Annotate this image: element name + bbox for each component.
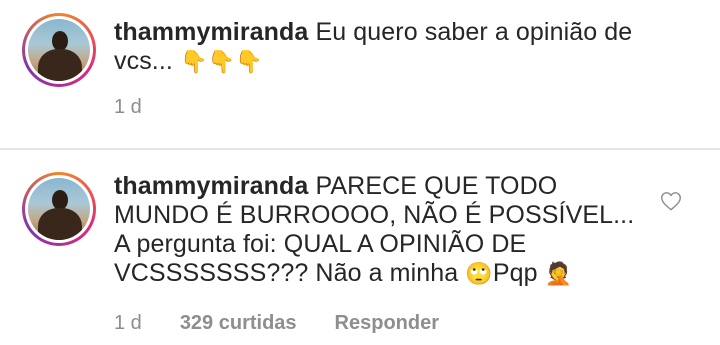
reply-button[interactable]: Responder [335,312,439,335]
avatar[interactable] [22,13,96,87]
comment-text: thammymiranda Eu quero saber a opinião d… [114,18,674,77]
comment-text-line3: A pergunta foi: QUAL A OPINIÃO DE [114,230,527,258]
comment-text-line1: Eu quero saber a opinião de [308,18,633,46]
facepalm-emoji-icon: 🤦 [544,262,573,287]
avatar-border [25,16,93,84]
comment-text-line2: vcs... [114,47,180,75]
comment-item: thammymiranda PARECE QUE TODO MUNDO É BU… [0,150,720,345]
comment-text-tail: Pqp [492,259,545,287]
eye-roll-emoji-icon: 🙄 [465,262,493,287]
comment-item: thammymiranda Eu quero saber a opinião d… [0,0,720,150]
comment-text-line1: PARECE QUE TODO [308,172,558,200]
comment-meta: 1 d 329 curtidas Responder [114,312,439,335]
comment-time: 1 d [114,96,142,118]
comment-text-line4: VCSSSSSSS??? Não a minha [114,259,466,287]
comment-text: thammymiranda PARECE QUE TODO MUNDO É BU… [114,172,674,289]
comment-username[interactable]: thammymiranda [114,18,308,46]
comments-panel: thammymiranda Eu quero saber a opinião d… [0,0,720,345]
avatar-figure-body [38,49,82,81]
avatar-border [25,175,93,243]
avatar-photo [28,178,90,240]
comment-time: 1 d [114,312,142,334]
avatar-photo [28,19,90,81]
avatar-figure-head [52,31,68,51]
comment-meta: 1 d [114,96,142,119]
avatar-figure-body [38,208,82,240]
heart-outline-icon[interactable] [660,191,682,211]
comment-text-line2: MUNDO É BURROOOO, NÃO É POSSÍVEL... [114,201,635,229]
pointing-down-emoji-icon: 👇👇👇 [179,50,263,75]
avatar[interactable] [22,172,96,246]
likes-count-button[interactable]: 329 curtidas [180,312,297,335]
avatar-figure-head [52,190,68,210]
comment-username[interactable]: thammymiranda [114,172,308,200]
